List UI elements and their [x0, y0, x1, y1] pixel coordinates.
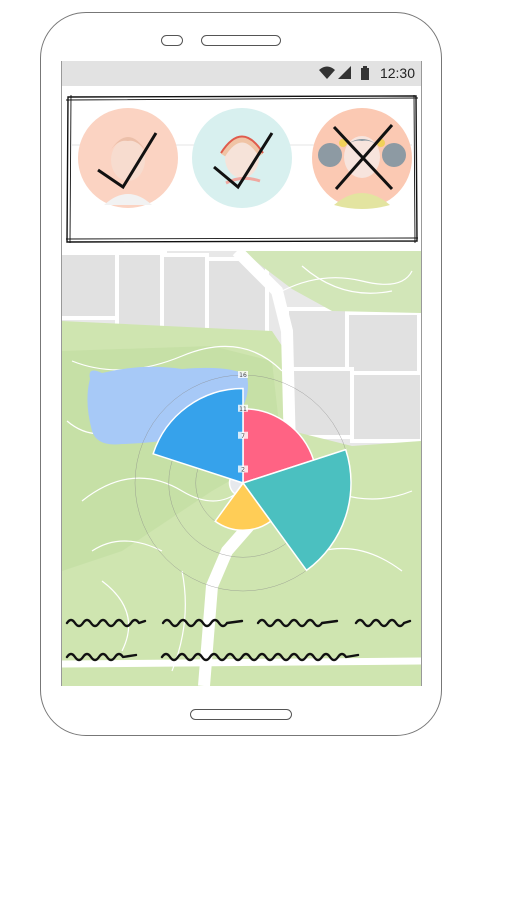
scribble-word — [354, 618, 412, 628]
chart-tick-label: 2 — [241, 467, 245, 474]
phone-screen: 12:30 16 11 7 2 — [61, 61, 422, 686]
chart-tick-label: 16 — [239, 372, 247, 379]
scribble-text — [65, 618, 412, 662]
earpiece-speaker — [201, 35, 281, 46]
avatar-woman-headset[interactable] — [192, 108, 292, 208]
chart-tick-label: 7 — [241, 433, 245, 440]
scribble-word — [256, 618, 339, 628]
avatar-girl-pigtails[interactable] — [312, 108, 412, 209]
scribble-word — [65, 618, 147, 628]
signal-icon — [338, 66, 351, 79]
status-bar: 12:30 — [62, 61, 421, 86]
status-time: 12:30 — [379, 65, 415, 81]
wifi-icon — [319, 66, 335, 79]
avatar-panel — [66, 95, 418, 243]
home-button[interactable] — [190, 709, 292, 720]
avatar-man[interactable] — [78, 108, 178, 208]
battery-icon — [361, 66, 369, 80]
status-icons — [319, 66, 369, 80]
front-camera — [161, 35, 183, 46]
scribble-word — [161, 618, 244, 628]
scribble-word — [160, 652, 360, 662]
scribble-word — [65, 652, 138, 662]
chart-tick-label: 11 — [239, 406, 247, 413]
